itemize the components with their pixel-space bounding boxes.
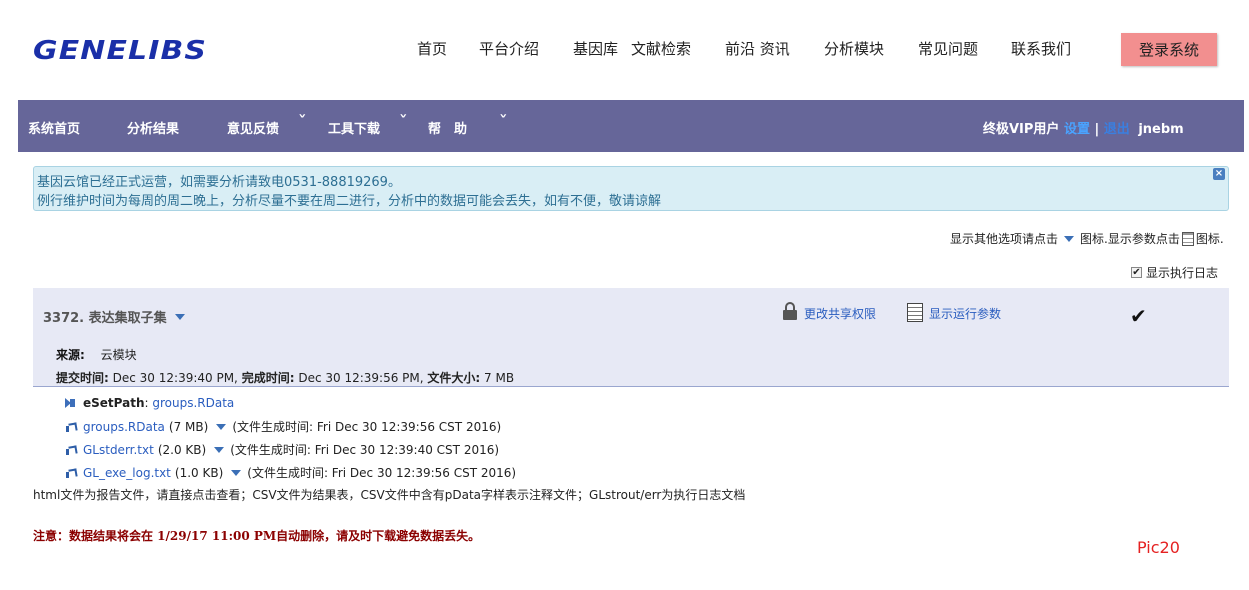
size-value: 7 MB — [484, 371, 515, 385]
notice-line-2: 例行维护时间为每周的周二晚上，分析尽量不要在周二进行，分析中的数据可能会丢失，如… — [37, 194, 662, 209]
job-panel: 3372. 表达集取子集 更改共享权限 显示运行参数 ✔ 来源: 云模块 提交时… — [33, 288, 1229, 387]
nav-analysis-modules[interactable]: 分析模块 — [824, 38, 884, 59]
document-icon — [1181, 231, 1194, 246]
nav-literature-search[interactable]: 文献检索 — [631, 38, 691, 59]
file-size: (2.0 KB) — [157, 442, 207, 457]
nav-faq[interactable]: 常见问题 — [918, 38, 978, 59]
file-generated-time: (文件生成时间: Fri Dec 30 12:39:56 CST 2016) — [247, 466, 517, 480]
submit-value: Dec 30 12:39:40 PM, — [112, 371, 238, 385]
notice-banner: 基因云馆已经正式运营，如需要分析请致电0531-88819269。 例行维护时间… — [33, 166, 1229, 211]
job-title-text: 3372. 表达集取子集 — [43, 311, 167, 326]
file-link[interactable]: GL_exe_log.txt — [83, 466, 171, 480]
username: jnebm — [1138, 122, 1184, 137]
options-hint: 显示其他选项请点击 图标.显示参数点击 图标. — [950, 230, 1224, 247]
dropdown-triangle-icon[interactable] — [174, 313, 185, 320]
options-text-2: 图标.显示参数点击 — [1080, 232, 1180, 246]
eset-path-row: eSetPath : groups.RData — [65, 396, 234, 410]
main-menubar: 系统首页 分析结果 意见反馈 ˅ 工具下载 ˅ 帮 助 ˅ 终极VIP用户 设置… — [18, 100, 1244, 152]
dropdown-triangle-icon[interactable] — [214, 446, 225, 453]
close-icon[interactable]: × — [1213, 168, 1225, 180]
file-size: (1.0 KB) — [174, 465, 224, 480]
show-log-label: 显示执行日志 — [1146, 266, 1219, 280]
nav-home[interactable]: 首页 — [417, 38, 447, 59]
job-times: 提交时间: Dec 30 12:39:40 PM, 完成时间: Dec 30 1… — [56, 369, 514, 386]
file-generated-time: (文件生成时间: Fri Dec 30 12:39:56 CST 2016) — [232, 420, 502, 434]
file-type-hint: html文件为报告文件，请直接点击查看；CSV文件为结果表，CSV文件中含有pD… — [33, 488, 746, 502]
menu-analysis-results[interactable]: 分析结果 — [127, 118, 179, 137]
logo[interactable]: GENELIBS — [33, 36, 207, 66]
source-value: 云模块 — [100, 348, 137, 362]
change-share-permission-link[interactable]: 更改共享权限 — [804, 305, 876, 322]
show-log-toggle[interactable]: ✔ 显示执行日志 — [1131, 264, 1218, 281]
eset-path-link[interactable]: groups.RData — [152, 396, 234, 410]
document-icon[interactable] — [907, 303, 923, 322]
parameter-icon — [65, 397, 77, 409]
chevron-down-icon[interactable]: ˅ — [399, 114, 408, 129]
file-row: GLstderr.txt (2.0 KB) (文件生成时间: Fri Dec 3… — [65, 441, 499, 458]
user-info: 终极VIP用户 设置 | 退出 jnebm — [983, 118, 1184, 137]
file-row: groups.RData (7 MB) (文件生成时间: Fri Dec 30 … — [65, 418, 501, 435]
options-text-3: 图标. — [1195, 232, 1224, 246]
job-title[interactable]: 3372. 表达集取子集 — [43, 307, 185, 326]
dropdown-triangle-icon — [1064, 235, 1075, 242]
show-run-params-link[interactable]: 显示运行参数 — [929, 305, 1001, 322]
nav-gene-library[interactable]: 基因库 — [573, 38, 618, 59]
colon: : — [144, 396, 153, 410]
menu-system-home[interactable]: 系统首页 — [28, 118, 80, 137]
dropdown-triangle-icon[interactable] — [216, 423, 227, 430]
size-label: 文件大小: — [427, 371, 481, 385]
pic-label: Pic20 — [1137, 538, 1180, 557]
file-size: (7 MB) — [168, 419, 209, 434]
deletion-warning: 注意：数据结果将会在 1/29/17 11:00 PM自动删除，请及时下载避免数… — [33, 529, 481, 543]
checkmark-icon: ✔ — [1130, 304, 1147, 328]
submit-label: 提交时间: — [56, 371, 109, 385]
file-link[interactable]: GLstderr.txt — [83, 443, 154, 457]
chevron-down-icon[interactable]: ˅ — [298, 114, 307, 129]
nav-platform-intro[interactable]: 平台介绍 — [479, 38, 539, 59]
show-log-checkbox[interactable]: ✔ — [1131, 267, 1142, 278]
lock-icon[interactable] — [782, 301, 798, 321]
settings-link[interactable]: 设置 — [1064, 122, 1090, 137]
logout-link[interactable]: 退出 — [1104, 122, 1130, 137]
notice-line-1: 基因云馆已经正式运营，如需要分析请致电0531-88819269。 — [37, 175, 401, 190]
chevron-down-icon[interactable]: ˅ — [499, 114, 508, 129]
menu-tool-download[interactable]: 工具下载 — [328, 118, 380, 137]
finish-label: 完成时间: — [241, 371, 295, 385]
menu-feedback[interactable]: 意见反馈 — [227, 118, 279, 137]
menu-help[interactable]: 帮 助 — [428, 118, 467, 137]
file-generated-time: (文件生成时间: Fri Dec 30 12:39:40 CST 2016) — [230, 443, 500, 457]
file-link[interactable]: groups.RData — [83, 420, 165, 434]
finish-value: Dec 30 12:39:56 PM, — [298, 371, 424, 385]
source-label: 来源: — [56, 348, 85, 362]
job-source: 来源: 云模块 — [56, 346, 137, 363]
file-link-icon — [65, 421, 77, 433]
dropdown-triangle-icon[interactable] — [231, 469, 242, 476]
separator: | — [1094, 122, 1100, 137]
nav-frontier-news[interactable]: 前沿 资讯 — [725, 38, 790, 59]
eset-path-label: eSetPath — [83, 396, 145, 410]
file-row: GL_exe_log.txt (1.0 KB) (文件生成时间: Fri Dec… — [65, 464, 516, 481]
file-link-icon — [65, 467, 77, 479]
login-button[interactable]: 登录系统 — [1121, 33, 1217, 66]
file-link-icon — [65, 444, 77, 456]
options-text-1: 显示其他选项请点击 — [950, 232, 1059, 246]
nav-contact[interactable]: 联系我们 — [1011, 38, 1071, 59]
user-type: 终极VIP用户 — [983, 122, 1060, 137]
